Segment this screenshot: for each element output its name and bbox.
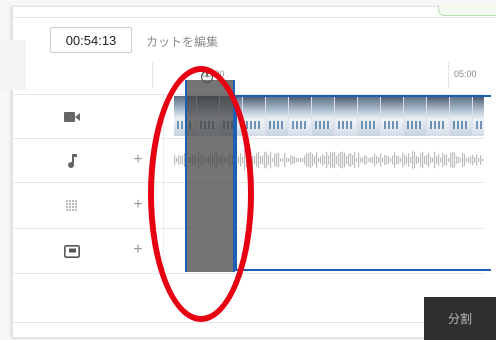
dots-grid-icon [62,196,82,216]
clip-selection-outline[interactable] [235,95,491,271]
add-audio-button[interactable]: + [130,151,146,169]
video-camera-icon [62,107,82,127]
add-annotation-button[interactable]: + [130,241,146,259]
ruler-tick [152,62,153,88]
top-divider [13,7,496,18]
current-time-field[interactable]: 00:54:13 [50,27,132,53]
left-side-strip [0,40,26,90]
edit-cuts-button[interactable]: カットを編集 [146,33,218,50]
music-note-icon [62,151,82,171]
picture-in-picture-icon [62,241,82,261]
screenshot-frame: 00:54:13 カットを編集 00:00 05:00 + + + 分割 [0,0,496,340]
ruler-mark-label: 05:00 [454,69,477,79]
red-annotation-ellipse [148,66,254,322]
top-tab-edge [438,5,496,16]
ruler-tick [448,62,449,88]
add-effect-button[interactable]: + [130,196,146,214]
bottom-divider [12,322,424,323]
split-button[interactable]: 分割 [424,297,496,340]
